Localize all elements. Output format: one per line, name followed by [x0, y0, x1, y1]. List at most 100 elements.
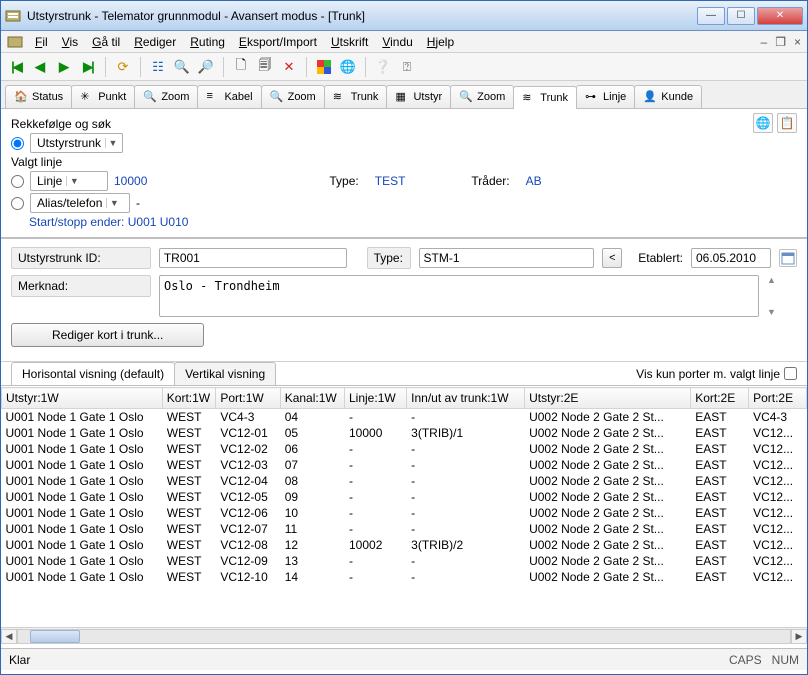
table-cell: U001 Node 1 Gate 1 Oslo	[2, 521, 163, 537]
tab-zoom-7[interactable]: 🔍Zoom	[450, 85, 514, 108]
zoom-in-icon[interactable]: 🔍	[173, 58, 191, 76]
tab-label: Kabel	[224, 91, 252, 103]
menu-fil[interactable]: Fil	[29, 33, 54, 51]
tab-trunk-5[interactable]: ≋Trunk	[324, 85, 388, 108]
tab-kunde-10[interactable]: 👤Kunde	[634, 85, 702, 108]
radio-utstyrstrunk[interactable]	[11, 137, 24, 150]
maximize-button[interactable]: ☐	[727, 7, 755, 25]
close-button[interactable]: ✕	[757, 7, 803, 25]
tab-trunk-8[interactable]: ≋Trunk	[513, 86, 577, 109]
copy-icon[interactable]: 🗐	[256, 58, 274, 76]
table-row[interactable]: U001 Node 1 Gate 1 OsloWESTVC12-0509--U0…	[2, 489, 807, 505]
tab-vertical[interactable]: Vertikal visning	[174, 362, 276, 385]
colors-icon[interactable]	[315, 58, 333, 76]
calendar-icon[interactable]	[779, 249, 797, 267]
mdi-close[interactable]: ×	[792, 35, 803, 49]
table-cell: U002 Node 2 Gate 2 St...	[525, 457, 691, 473]
column-header[interactable]: Linje:1W	[345, 388, 407, 409]
radio-linje[interactable]	[11, 175, 24, 188]
horizontal-scrollbar[interactable]: ◀ ▶	[1, 627, 807, 644]
table-row[interactable]: U001 Node 1 Gate 1 OsloWESTVC4-304--U002…	[2, 409, 807, 426]
whatsthis-icon[interactable]: ⍰	[398, 58, 416, 76]
table-row[interactable]: U001 Node 1 Gate 1 OsloWESTVC12-0206--U0…	[2, 441, 807, 457]
tab-punkt-1[interactable]: ✳Punkt	[71, 85, 135, 108]
clipboard-check-icon[interactable]: 📋	[777, 113, 797, 133]
menu-vindu[interactable]: Vindu	[376, 33, 418, 51]
minimize-button[interactable]: —	[697, 7, 725, 25]
table-cell: -	[407, 473, 525, 489]
menu-utskrift[interactable]: Utskrift	[325, 33, 374, 51]
type-input[interactable]	[419, 248, 595, 268]
combo-alias[interactable]: Alias/telefon ▼	[30, 193, 130, 213]
merknad-textarea[interactable]	[159, 275, 759, 317]
tab-utstyr-6[interactable]: ▦Utstyr	[386, 85, 451, 108]
menu-eksport[interactable]: Eksport/Import	[233, 33, 323, 51]
menu-hjelp[interactable]: Hjelp	[421, 33, 460, 51]
menu-ruting[interactable]: Ruting	[184, 33, 231, 51]
column-header[interactable]: Kort:2E	[691, 388, 749, 409]
refresh-icon[interactable]: ⟳	[114, 58, 132, 76]
column-header[interactable]: Kort:1W	[162, 388, 216, 409]
combo-linje[interactable]: Linje ▼	[30, 171, 108, 191]
tab-linje-9[interactable]: ⊶Linje	[576, 85, 635, 108]
new-doc-icon[interactable]: 🗋	[232, 58, 250, 76]
delete-icon[interactable]: ✕	[280, 58, 298, 76]
id-input[interactable]	[159, 248, 347, 268]
scroll-right-icon[interactable]: ▶	[791, 629, 807, 644]
column-header[interactable]: Port:1W	[216, 388, 280, 409]
table-row[interactable]: U001 Node 1 Gate 1 OsloWESTVC12-0307--U0…	[2, 457, 807, 473]
search-panel: 🌐 📋 Rekkefølge og søk Utstyrstrunk ▼ Val…	[1, 109, 807, 239]
type-lookup-button[interactable]: <	[602, 248, 622, 268]
alias-value: -	[136, 196, 140, 210]
nav-next-icon[interactable]: ▶	[55, 58, 73, 76]
menu-gatil[interactable]: Gå til	[86, 33, 126, 51]
table-row[interactable]: U001 Node 1 Gate 1 OsloWESTVC12-0408--U0…	[2, 473, 807, 489]
table-row[interactable]: U001 Node 1 Gate 1 OsloWESTVC12-0610--U0…	[2, 505, 807, 521]
edit-trunk-button[interactable]: Rediger kort i trunk...	[11, 323, 204, 347]
nav-prev-icon[interactable]: ◀	[31, 58, 49, 76]
help-icon[interactable]: ❔	[374, 58, 392, 76]
table-cell: WEST	[162, 521, 216, 537]
column-header[interactable]: Kanal:1W	[280, 388, 344, 409]
table-cell: VC4-3	[216, 409, 280, 426]
tab-zoom-4[interactable]: 🔍Zoom	[261, 85, 325, 108]
textarea-scrollbar[interactable]: ▲▼	[767, 275, 783, 317]
table-row[interactable]: U001 Node 1 Gate 1 OsloWESTVC12-0711--U0…	[2, 521, 807, 537]
tab-zoom-2[interactable]: 🔍Zoom	[134, 85, 198, 108]
menu-rediger[interactable]: Rediger	[128, 33, 182, 51]
table-row[interactable]: U001 Node 1 Gate 1 OsloWESTVC12-08121000…	[2, 537, 807, 553]
filter-checkbox[interactable]	[784, 367, 797, 380]
column-header[interactable]: Utstyr:2E	[525, 388, 691, 409]
chevron-down-icon: ▼	[66, 176, 81, 186]
column-header[interactable]: Inn/ut av trunk:1W	[407, 388, 525, 409]
column-header[interactable]: Utstyr:1W	[2, 388, 163, 409]
tab-horizontal[interactable]: Horisontal visning (default)	[11, 362, 175, 385]
nav-first-icon[interactable]: |◀	[7, 58, 25, 76]
combo-linje-label: Linje	[37, 174, 62, 188]
tab-status-0[interactable]: 🏠Status	[5, 85, 72, 108]
linje-value[interactable]: 10000	[114, 174, 147, 188]
tab-kabel-3[interactable]: ≡Kabel	[197, 85, 261, 108]
table-row[interactable]: U001 Node 1 Gate 1 OsloWESTVC12-0913--U0…	[2, 553, 807, 569]
grid-scroll-area[interactable]: Utstyr:1WKort:1WPort:1WKanal:1WLinje:1WI…	[1, 387, 807, 627]
combo-utstyrstrunk[interactable]: Utstyrstrunk ▼	[30, 133, 123, 153]
tree-icon[interactable]: ☷	[149, 58, 167, 76]
table-row[interactable]: U001 Node 1 Gate 1 OsloWESTVC12-1014--U0…	[2, 569, 807, 585]
table-cell: U001 Node 1 Gate 1 Oslo	[2, 489, 163, 505]
table-cell: U002 Node 2 Gate 2 St...	[525, 569, 691, 585]
globe-icon[interactable]: 🌐	[339, 58, 357, 76]
etablert-input[interactable]	[691, 248, 771, 268]
startstop-link[interactable]: Start/stopp ender: U001 U010	[29, 215, 188, 229]
table-cell: 06	[280, 441, 344, 457]
nav-last-icon[interactable]: ▶|	[79, 58, 97, 76]
table-row[interactable]: U001 Node 1 Gate 1 OsloWESTVC12-01051000…	[2, 425, 807, 441]
mdi-restore[interactable]: ❐	[773, 35, 788, 49]
radio-alias[interactable]	[11, 197, 24, 210]
scroll-left-icon[interactable]: ◀	[1, 629, 17, 644]
globe-refresh-icon[interactable]: 🌐	[753, 113, 773, 133]
column-header[interactable]: Port:2E	[749, 388, 807, 409]
mdi-minimize[interactable]: –	[759, 35, 770, 49]
table-cell: U001 Node 1 Gate 1 Oslo	[2, 457, 163, 473]
menu-vis[interactable]: Vis	[56, 33, 84, 51]
zoom-out-icon[interactable]: 🔎	[197, 58, 215, 76]
